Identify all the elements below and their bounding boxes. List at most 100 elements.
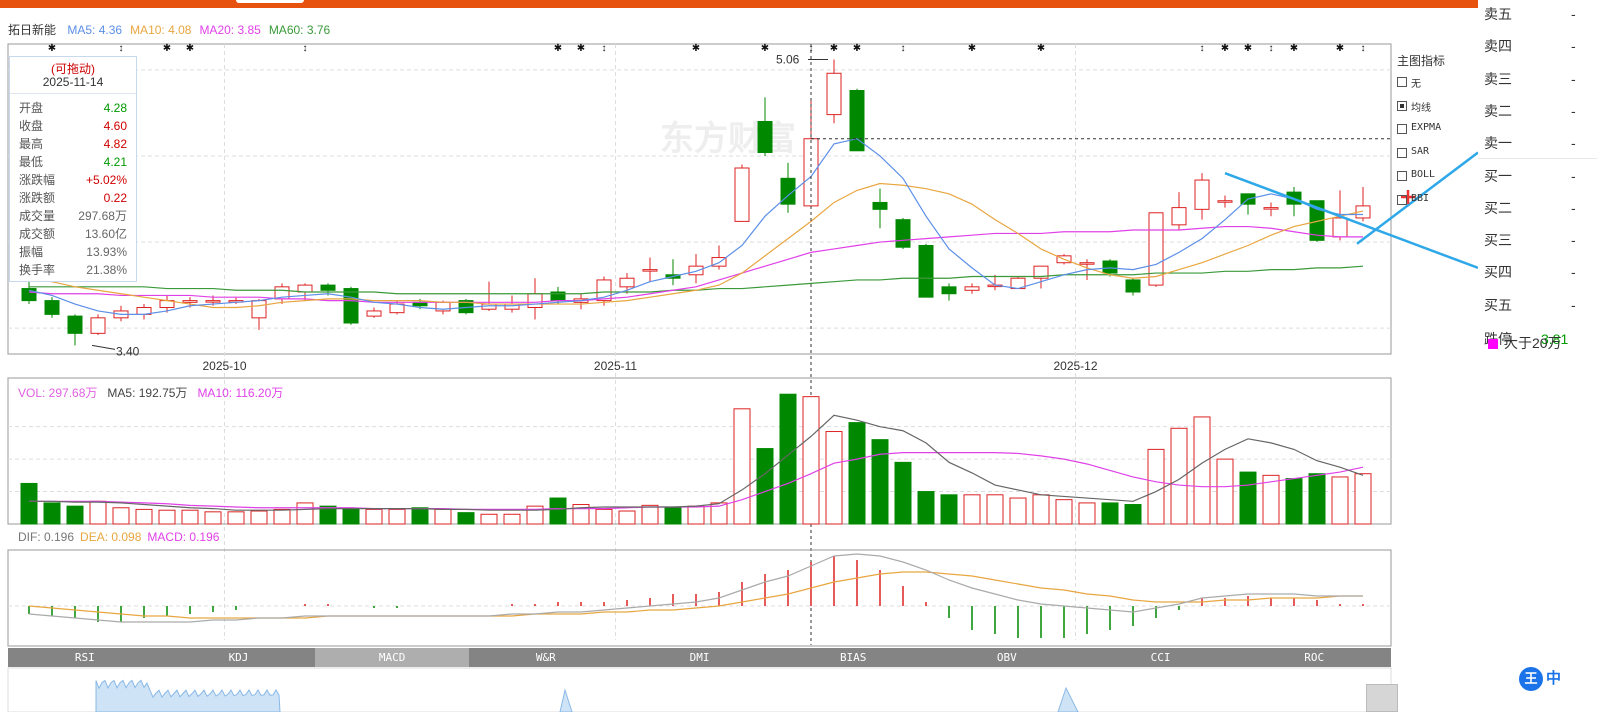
order-book-value: - (1571, 135, 1576, 152)
tab-wrr[interactable]: W&R (469, 648, 623, 667)
event-marker: ✱ (761, 43, 769, 54)
event-marker: ✱ (968, 43, 976, 54)
candle-body (1148, 212, 1164, 286)
tab-dmi[interactable]: DMI (623, 648, 777, 667)
event-marker: ✱ (830, 43, 838, 54)
indicator-option-均线[interactable]: 均线 (1397, 99, 1477, 123)
checkbox-icon[interactable] (1397, 194, 1407, 205)
volume-bar (181, 509, 199, 525)
tooltip-row: 收盘 4.60 (19, 117, 127, 135)
checkbox-icon[interactable] (1397, 124, 1407, 134)
order-book-value: - (1571, 167, 1576, 184)
volume-bar (1147, 448, 1165, 525)
volume-bar (1239, 471, 1257, 525)
tab-obv[interactable]: OBV (930, 648, 1084, 667)
tooltip-label: 涨跌额 (19, 191, 56, 205)
order-book-label: 卖二 (1484, 102, 1512, 119)
dif-line (28, 553, 1363, 623)
bottom-overview-strip[interactable] (7, 667, 1392, 712)
macd-legend-item: DIF: 0.196 (18, 530, 75, 544)
volume-bar (756, 448, 774, 525)
candle-body (1263, 207, 1279, 210)
candle-body (895, 219, 911, 248)
event-marker: ✱ (1037, 43, 1045, 54)
tooltip-value: 4.28 (103, 101, 127, 115)
order-book-label: 买五 (1484, 296, 1512, 313)
volume-bar (480, 513, 498, 525)
volume-bar (825, 431, 843, 525)
order-book-value: - (1571, 102, 1576, 119)
kline-chart[interactable]: 2025-10 2025-11 2025-12 东方财富 ✱ ↕ ✱ ✱ ↕ ✱ ✱ ↕ ✱ ✱ ↕ ✱ ✱ ↕ ✱… (0, 0, 1478, 712)
order-book-value: - (1571, 6, 1576, 22)
tooltip-row: 开盘 4.28 (19, 99, 127, 117)
tooltip-value: 13.60亿 (84, 227, 127, 241)
tooltip-label: 收盘 (19, 119, 44, 133)
indicator-option-expma[interactable]: EXPMA (1397, 122, 1477, 146)
tab-roc[interactable]: ROC (1237, 648, 1391, 667)
indicator-option-boll[interactable]: BOLL (1397, 169, 1477, 193)
candle-body (734, 167, 750, 222)
tab-rsi[interactable]: RSI (8, 648, 162, 667)
indicator-tabs: RSI KDJ MACD W&R DMI BIAS OBV CCI ROC (8, 648, 1391, 667)
candle-body (366, 310, 382, 317)
candle-body (205, 300, 221, 303)
volume-bar (411, 507, 429, 525)
candle-body (1079, 262, 1095, 265)
watermark-text: 东方财富 (660, 119, 796, 158)
event-marker: ✱ (692, 43, 700, 54)
volume-bar (204, 511, 222, 525)
volume-bar (296, 502, 314, 525)
volume-bar (871, 439, 889, 525)
tooltip-date: 2025-11-14 (10, 75, 136, 94)
checkbox-icon[interactable] (1397, 147, 1407, 158)
checkbox-icon[interactable] (1397, 100, 1407, 111)
tooltip-value: 0.22 (103, 191, 127, 205)
candle-body (251, 300, 267, 319)
tab-cci[interactable]: CCI (1084, 648, 1238, 667)
low-arrow (91, 344, 116, 350)
macd-panel-frame (7, 549, 1392, 647)
event-marker: ↕ (1361, 43, 1366, 54)
x-axis-label: 2025-10 (202, 359, 246, 373)
indicator-option-label: BBI (1411, 192, 1430, 204)
checkbox-icon[interactable] (1397, 77, 1407, 87)
tooltip-value: 4.21 (103, 155, 127, 169)
volume-bar (1101, 502, 1119, 525)
macd-legend: DIF: 0.196 DEA: 0.098 MACD: 0.196 (18, 530, 225, 544)
candle-body (320, 284, 336, 291)
order-book-value: - (1571, 70, 1576, 87)
event-marker: ✱ (577, 43, 585, 54)
checkbox-icon[interactable] (1397, 171, 1407, 181)
candle-body (90, 317, 106, 334)
tooltip-label: 最高 (19, 137, 44, 151)
volume-bar (1331, 476, 1349, 525)
order-book-value: - (1571, 38, 1576, 55)
x-axis-label: 2025-11 (594, 359, 637, 373)
volume-bar (342, 508, 360, 525)
tab-kdj[interactable]: KDJ (162, 648, 316, 667)
candle-body (642, 269, 658, 272)
candle-body (67, 315, 83, 334)
indicator-option-bbi[interactable]: BBI (1397, 193, 1477, 217)
info-tooltip[interactable]: (可拖动) 2025-11-14 开盘 4.28 收盘 4.60 最高 4.82 最低 4.2… (9, 56, 137, 282)
app-badge-icon[interactable]: 王 (1519, 667, 1543, 691)
tab-macd[interactable]: MACD (315, 648, 470, 667)
low-annotation: 3.40 (116, 344, 140, 358)
order-book-row: 卖二 - (1484, 101, 1576, 121)
volume-bar (227, 511, 245, 525)
scroll-corner-handle[interactable] (1366, 684, 1398, 712)
event-marker: ✱ (186, 43, 194, 54)
volume-bar (1285, 478, 1303, 525)
indicator-option-sar[interactable]: SAR (1397, 146, 1477, 170)
tab-bias[interactable]: BIAS (776, 648, 930, 667)
volume-bar (434, 508, 452, 525)
volume-bar (894, 461, 912, 525)
order-book-value: - (1571, 296, 1576, 313)
indicator-option-无[interactable]: 无 (1397, 75, 1477, 99)
volume-bar (802, 396, 820, 525)
volume-bar (20, 482, 38, 525)
tooltip-value: 13.93% (86, 245, 127, 259)
candle-body (941, 286, 957, 295)
order-book-label: 卖四 (1484, 38, 1512, 55)
volume-bar (1193, 416, 1211, 525)
